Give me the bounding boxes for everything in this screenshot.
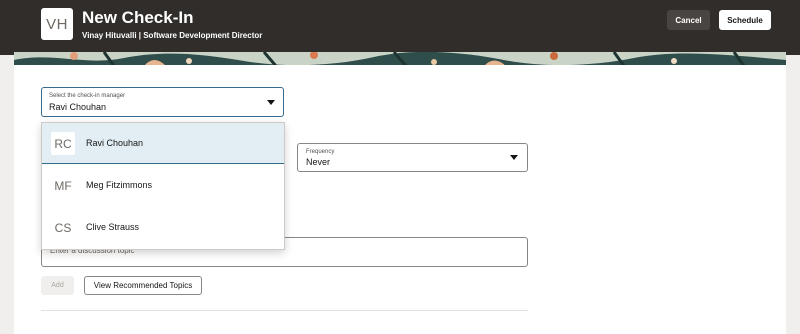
page-header: VH New Check-In Vinay Hituvalli | Softwa… (0, 0, 800, 55)
frequency-select[interactable]: Frequency Never (297, 143, 528, 172)
manager-select-label: Select the check-in manager (49, 93, 126, 99)
manager-select[interactable]: Select the check-in manager Ravi Chouhan (41, 87, 284, 117)
option-avatar: RC (51, 132, 75, 155)
cancel-button[interactable]: Cancel (667, 10, 710, 30)
page-subtitle: Vinay Hituvalli | Software Development D… (82, 31, 263, 40)
chevron-down-icon[interactable] (510, 155, 518, 160)
dropdown-option-clive-strauss[interactable]: CS Clive Strauss (42, 207, 284, 248)
avatar: VH (41, 8, 73, 40)
schedule-button[interactable]: Schedule (719, 10, 771, 30)
frequency-select-label: Frequency (306, 149, 335, 155)
option-name: Clive Strauss (86, 222, 140, 232)
option-avatar: MF (54, 178, 72, 193)
frequency-select-value: Never (306, 157, 331, 167)
option-avatar: CS (54, 220, 72, 235)
decorative-banner (14, 52, 786, 66)
view-recommended-topics-button[interactable]: View Recommended Topics (84, 276, 202, 295)
dropdown-option-meg-fitzimmons[interactable]: MF Meg Fitzimmons (42, 165, 284, 206)
page-title: New Check-In (82, 8, 194, 27)
option-name: Meg Fitzimmons (86, 180, 153, 190)
add-topic-button[interactable]: Add (41, 276, 74, 295)
manager-dropdown-list: RC Ravi Chouhan MF Meg Fitzimmons CS Cli… (41, 122, 285, 250)
option-name: Ravi Chouhan (86, 138, 144, 148)
chevron-down-icon[interactable] (267, 100, 275, 105)
dropdown-option-ravi-chouhan[interactable]: RC Ravi Chouhan (42, 123, 284, 164)
divider (41, 310, 528, 311)
manager-select-value: Ravi Chouhan (49, 102, 107, 112)
